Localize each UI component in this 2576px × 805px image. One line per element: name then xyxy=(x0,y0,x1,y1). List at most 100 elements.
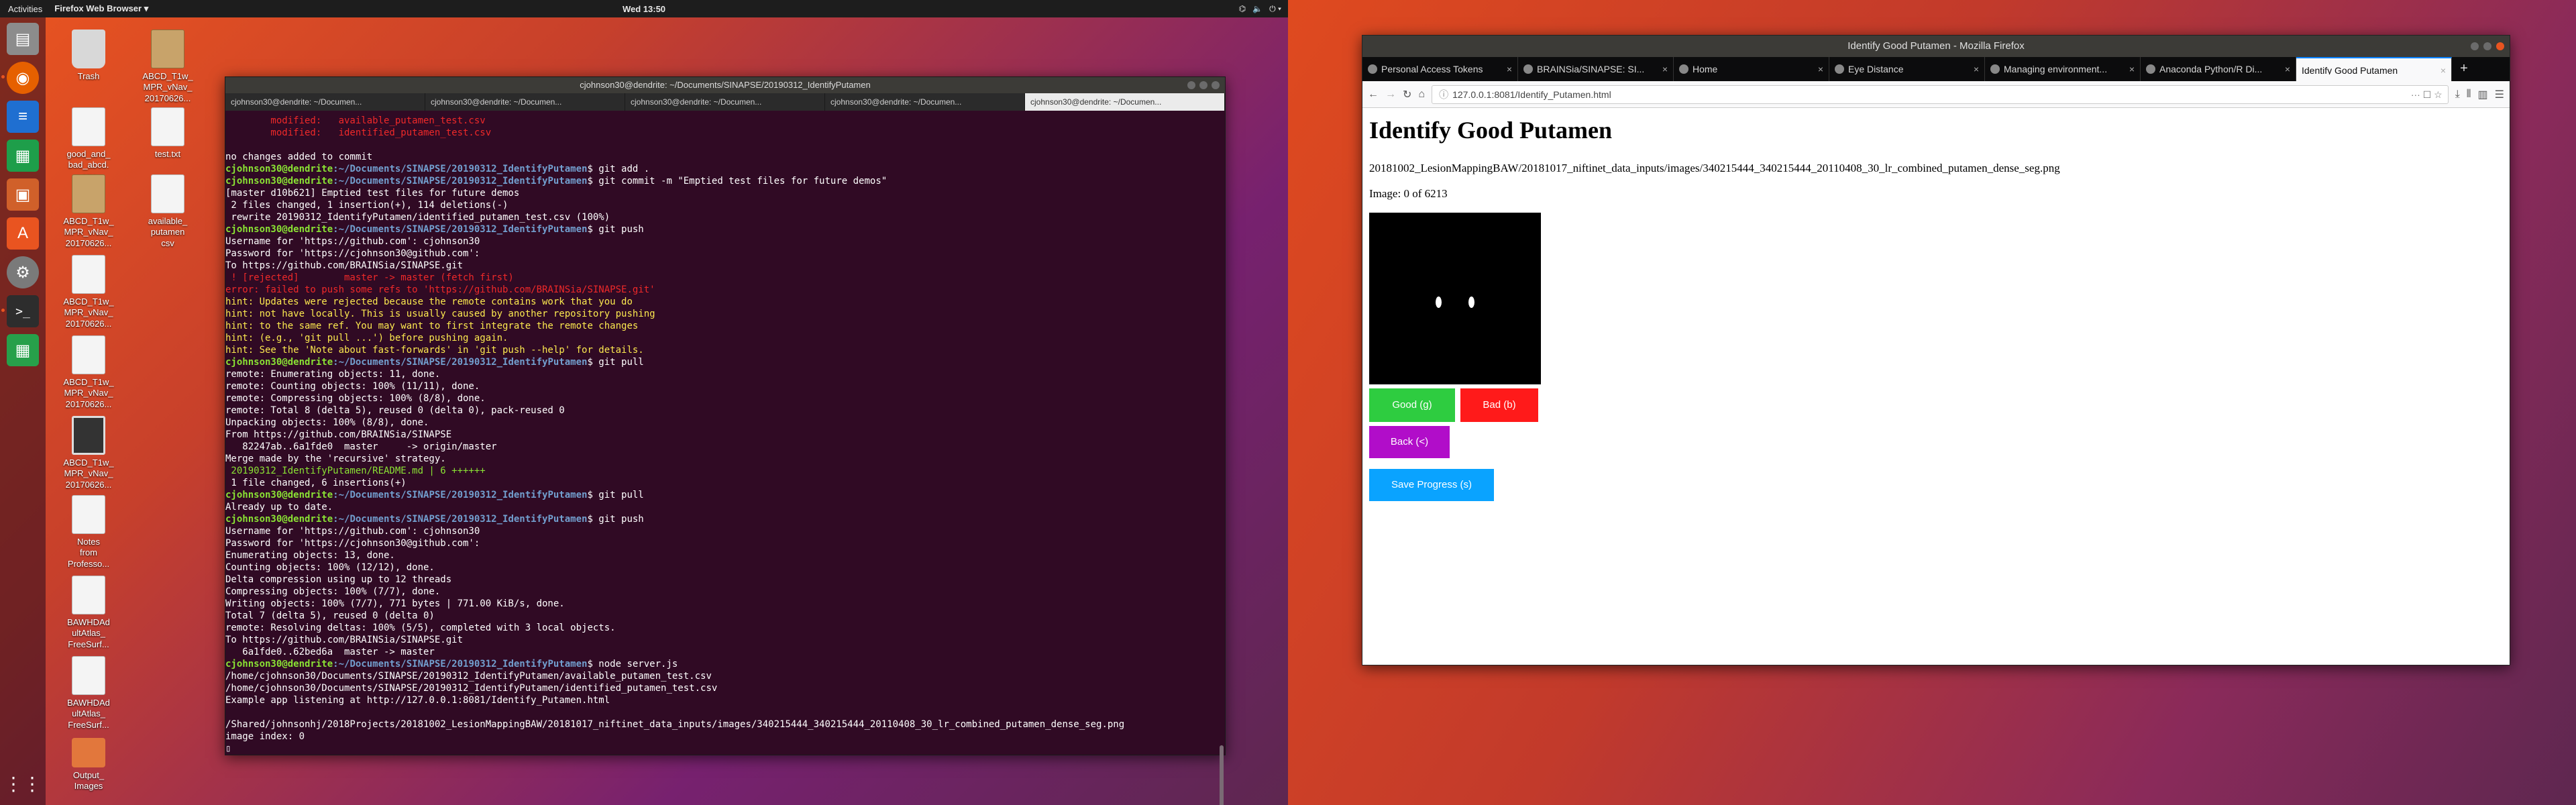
impress-icon[interactable]: ▣ xyxy=(7,178,39,211)
terminal-line: /Shared/johnsonhj/2018Projects/20181002_… xyxy=(225,719,1125,730)
desktop-icon-file[interactable]: ABCD_T1w_ MPR_vNav_ 20170626... xyxy=(55,174,122,249)
terminal-tab[interactable]: cjohnson30@dendrite: ~/Documen... xyxy=(625,93,825,111)
url-bar[interactable]: ⓘ 127.0.0.1:8081/Identify_Putamen.html ·… xyxy=(1432,85,2449,104)
close-tab-icon[interactable]: × xyxy=(2285,64,2290,74)
terminal-window[interactable]: cjohnson30@dendrite: ~/Documents/SINAPSE… xyxy=(225,76,1226,805)
prompt-user: cjohnson30@dendrite xyxy=(225,490,333,500)
browser-tabbar: Personal Access Tokens × BRAINSia/SINAPSE:… xyxy=(1362,57,2510,81)
app-menu[interactable]: Firefox Web Browser ▾ xyxy=(50,3,152,14)
spreadsheet-icon[interactable]: ▦ xyxy=(7,334,39,366)
terminal-line: cjohnson30@dendrite:~/Documents/SINAPSE/… xyxy=(225,513,1225,525)
volume-icon[interactable]: 🔈 xyxy=(1252,4,1263,14)
desktop-icon-file[interactable]: ABCD_T1w_ MPR_vNav_ 20170626... xyxy=(55,335,122,410)
desktop-icon-label: ABCD_T1w_ MPR_vNav_ 20170626... xyxy=(63,377,114,409)
firefox-window[interactable]: Identify Good Putamen - Mozilla Firefox … xyxy=(1362,35,2510,665)
downloads-icon[interactable]: ⤓ xyxy=(2455,89,2460,101)
browser-tab[interactable]: Eye Distance × xyxy=(1829,57,1985,81)
close-tab-icon[interactable]: × xyxy=(1818,64,1823,74)
desktop-icon-file[interactable]: ABCD_T1w_ MPR_vNav_ 20170626... xyxy=(55,255,122,329)
menu-icon[interactable]: ☰ xyxy=(2495,88,2504,101)
browser-tab[interactable]: Personal Access Tokens × xyxy=(1362,57,1518,81)
terminal-line: hint: (e.g., 'git pull ...') before push… xyxy=(225,333,508,343)
back-icon[interactable]: ← xyxy=(1368,89,1379,101)
terminal-tabbar: cjohnson30@dendrite: ~/Documen... cjohns… xyxy=(225,93,1225,111)
close-tab-icon[interactable]: × xyxy=(2440,65,2446,76)
terminal-line: Unpacking objects: 100% (8/8), done. xyxy=(225,417,429,428)
desktop-icon-file[interactable]: ABCD_T1w_ MPR_vNav_ 20170626... xyxy=(55,416,122,490)
software-icon[interactable]: A xyxy=(7,217,39,250)
terminal-line: remote: Counting objects: 100% (11/11), … xyxy=(225,381,480,392)
bad-button[interactable]: Bad (b) xyxy=(1460,388,1538,422)
network-icon[interactable]: ⌬ xyxy=(1239,4,1246,14)
activities-button[interactable]: Activities xyxy=(0,4,50,14)
good-button[interactable]: Good (g) xyxy=(1369,388,1455,422)
browser-tab-active[interactable]: Identify Good Putamen × xyxy=(2296,57,2452,81)
writer-icon[interactable]: ≡ xyxy=(7,101,39,133)
new-tab-icon[interactable]: + xyxy=(2452,57,2476,81)
close-tab-icon[interactable]: × xyxy=(1974,64,1979,74)
folder-icon xyxy=(72,738,105,767)
archive-icon xyxy=(72,174,105,213)
forward-icon[interactable]: → xyxy=(1385,89,1396,101)
terminal-line: hint: See the 'Note about fast-forwards'… xyxy=(225,345,644,356)
clock[interactable]: Wed 13:50 xyxy=(623,4,665,14)
minimize-icon[interactable] xyxy=(2471,42,2479,50)
terminal-line: Password for 'https://cjohnson30@github.… xyxy=(225,538,480,549)
desktop-icon-label: available_ putamen csv xyxy=(148,216,188,248)
system-tray[interactable]: ⌬ 🔈 ⏻ ▾ xyxy=(1239,4,1281,14)
firefox-icon[interactable]: ◉ xyxy=(1,62,39,94)
reload-icon[interactable]: ↻ xyxy=(1403,88,1411,101)
calc-icon[interactable]: ▦ xyxy=(7,140,39,172)
desktop-icon-file[interactable]: BAWHDAd ultAtlas_ FreeSurf... xyxy=(55,656,122,731)
home-icon[interactable]: ⌂ xyxy=(1418,89,1425,101)
terminal-tab[interactable]: cjohnson30@dendrite: ~/Documen... xyxy=(425,93,625,111)
close-tab-icon[interactable]: × xyxy=(1507,64,1512,74)
info-icon[interactable]: ⓘ xyxy=(1439,86,1448,103)
desktop-icon-file[interactable]: BAWHDAd ultAtlas_ FreeSurf... xyxy=(55,576,122,650)
back-button[interactable]: Back (<) xyxy=(1369,426,1450,458)
apps-grid-icon[interactable]: ⋮⋮ xyxy=(4,767,42,800)
desktop-icon-file[interactable]: ABCD_T1w_ MPR_vNav_ 20170626... xyxy=(134,30,201,104)
desktop-icon-file[interactable]: Notes from Professo... xyxy=(55,495,122,570)
minimize-icon[interactable] xyxy=(1187,81,1195,89)
desktop-icon-file[interactable]: test.txt xyxy=(134,107,201,160)
close-tab-icon[interactable]: × xyxy=(1662,64,1668,74)
browser-tab[interactable]: Managing environment... × xyxy=(1985,57,2141,81)
browser-tab[interactable]: Anaconda Python/R Di... × xyxy=(2141,57,2296,81)
terminal-tab[interactable]: cjohnson30@dendrite: ~/Documen... xyxy=(825,93,1025,111)
save-progress-button[interactable]: Save Progress (s) xyxy=(1369,469,1494,501)
terminal-line: cjohnson30@dendrite:~/Documents/SINAPSE/… xyxy=(225,489,1225,501)
terminal-line: cjohnson30@dendrite:~/Documents/SINAPSE/… xyxy=(225,356,1225,368)
tab-label: Managing environment... xyxy=(2004,64,2108,74)
settings-icon[interactable]: ⚙ xyxy=(7,256,39,288)
firefox-titlebar[interactable]: Identify Good Putamen - Mozilla Firefox xyxy=(1362,36,2510,57)
desktop-icon-file[interactable]: available_ putamen csv xyxy=(134,174,201,249)
browser-tab[interactable]: BRAINSia/SINAPSE: SI... × xyxy=(1518,57,1674,81)
close-icon[interactable] xyxy=(1212,81,1220,89)
terminal-icon[interactable]: >_ xyxy=(1,295,39,327)
terminal-scrollbar[interactable] xyxy=(1220,745,1224,805)
desktop-icon-folder[interactable]: Output_ Images xyxy=(55,738,122,792)
terminal-output[interactable]: modified: available_putamen_test.csv mod… xyxy=(225,111,1225,756)
terminal-line: Counting objects: 100% (12/12), done. xyxy=(225,562,435,573)
desktop-icon-file[interactable]: good_and_ bad_abcd. csv xyxy=(55,107,122,182)
terminal-tab[interactable]: cjohnson30@dendrite: ~/Documen... xyxy=(225,93,425,111)
favicon-icon xyxy=(1523,64,1533,74)
terminal-line: remote: Resolving deltas: 100% (5/5), co… xyxy=(225,623,616,633)
tab-label: Home xyxy=(1693,64,1718,74)
close-icon[interactable] xyxy=(2496,42,2504,50)
prompt-path: :~/Documents/SINAPSE/20190312_IdentifyPu… xyxy=(333,659,588,669)
terminal-line: 20190312_IdentifyPutamen/README.md | 6 +… xyxy=(225,466,486,476)
files-icon[interactable]: ▤ xyxy=(7,23,39,55)
power-icon[interactable]: ⏻ ▾ xyxy=(1269,4,1281,14)
browser-tab[interactable]: Home × xyxy=(1674,57,1829,81)
sidebar-icon[interactable]: ▥ xyxy=(2478,88,2488,101)
close-tab-icon[interactable]: × xyxy=(2129,64,2135,74)
library-icon[interactable]: ⫴ xyxy=(2467,89,2471,101)
maximize-icon[interactable] xyxy=(1199,81,1208,89)
desktop-icon-trash[interactable]: Trash xyxy=(55,30,122,82)
maximize-icon[interactable] xyxy=(2483,42,2491,50)
page-actions[interactable]: ··· ☐ ☆ xyxy=(2411,86,2448,103)
terminal-titlebar[interactable]: cjohnson30@dendrite: ~/Documents/SINAPSE… xyxy=(225,77,1225,93)
terminal-tab-active[interactable]: cjohnson30@dendrite: ~/Documen... xyxy=(1025,93,1225,111)
